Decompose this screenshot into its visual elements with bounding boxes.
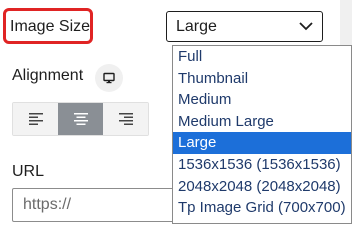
option-medium[interactable]: Medium: [173, 89, 351, 111]
align-right-icon: [118, 113, 133, 125]
responsive-device-button[interactable]: [95, 64, 123, 92]
desktop-icon: [103, 72, 115, 84]
align-left-icon: [28, 113, 43, 125]
option-full[interactable]: Full: [173, 46, 351, 68]
alignment-label: Alignment: [12, 67, 84, 84]
option-1536x1536[interactable]: 1536x1536 (1536x1536): [173, 154, 351, 176]
chevron-down-icon: [299, 22, 313, 31]
image-size-selected-value: Large: [176, 18, 217, 35]
image-size-label: Image Size: [10, 18, 91, 35]
option-2048x2048[interactable]: 2048x2048 (2048x2048): [173, 176, 351, 198]
align-left-button[interactable]: [13, 103, 58, 135]
align-center-button[interactable]: [58, 103, 103, 135]
align-center-icon: [73, 113, 88, 125]
option-large[interactable]: Large: [173, 132, 351, 154]
image-size-dropdown-list: Full Thumbnail Medium Medium Large Large…: [172, 45, 352, 224]
alignment-button-group: [12, 102, 149, 136]
option-medium-large[interactable]: Medium Large: [173, 111, 351, 133]
option-tp-image-grid[interactable]: Tp Image Grid (700x700): [173, 197, 351, 219]
image-size-select[interactable]: Large: [166, 11, 323, 42]
option-thumbnail[interactable]: Thumbnail: [173, 68, 351, 90]
align-right-button[interactable]: [103, 103, 148, 135]
url-label: URL: [12, 163, 45, 180]
